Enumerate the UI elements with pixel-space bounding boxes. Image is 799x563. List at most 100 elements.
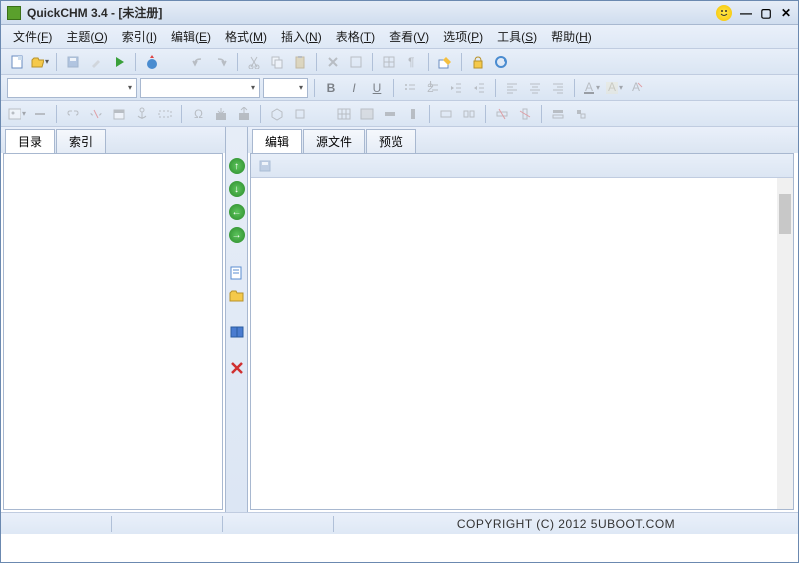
menu-选项[interactable]: 选项(P)	[437, 26, 489, 47]
indent-button[interactable]	[469, 78, 489, 98]
separator	[111, 516, 112, 532]
new-button[interactable]	[7, 52, 27, 72]
wizard-button[interactable]	[86, 52, 106, 72]
separator	[461, 53, 462, 71]
side-tools: ↑ ↓ ← →	[226, 127, 248, 512]
close-button[interactable]: ✕	[780, 7, 792, 19]
row-props-button[interactable]	[548, 104, 568, 124]
minimize-button[interactable]: —	[740, 7, 752, 19]
move-down-button[interactable]: ↓	[228, 180, 246, 198]
smiley-icon[interactable]	[716, 5, 732, 21]
menu-格式[interactable]: 格式(M)	[219, 26, 273, 47]
editor-area[interactable]	[250, 153, 794, 510]
tab-preview[interactable]: 预览	[366, 129, 416, 153]
insert-col-button[interactable]	[403, 104, 423, 124]
editor-save-button[interactable]	[255, 156, 275, 176]
pilcrow-button[interactable]: ¶	[402, 52, 422, 72]
hr-button[interactable]	[30, 104, 50, 124]
copy-button[interactable]	[267, 52, 287, 72]
font-color-button[interactable]: A▾	[581, 78, 601, 98]
menu-编辑[interactable]: 编辑(E)	[165, 26, 217, 47]
edit-pen-button[interactable]	[435, 52, 455, 72]
globe-button[interactable]	[142, 52, 162, 72]
list-bullet-button[interactable]	[400, 78, 420, 98]
del-row-button[interactable]	[492, 104, 512, 124]
date-button[interactable]	[109, 104, 129, 124]
menu-主题[interactable]: 主题(O)	[60, 26, 113, 47]
separator	[428, 53, 429, 71]
separator	[314, 79, 315, 97]
refresh-button[interactable]	[491, 52, 511, 72]
separator	[541, 105, 542, 123]
menu-表格[interactable]: 表格(T)	[330, 26, 381, 47]
anchor-button[interactable]	[132, 104, 152, 124]
del-col-button[interactable]	[515, 104, 535, 124]
menu-工具[interactable]: 工具(S)	[491, 26, 543, 47]
object-button[interactable]	[267, 104, 287, 124]
menu-文件[interactable]: 文件(F)	[7, 26, 58, 47]
bold-button[interactable]: B	[321, 78, 341, 98]
menu-索引[interactable]: 索引(I)	[116, 26, 163, 47]
font-style-combo[interactable]: ▾	[140, 78, 260, 98]
menu-帮助[interactable]: 帮助(H)	[545, 26, 598, 47]
delete-button[interactable]	[323, 52, 343, 72]
new-topic-button[interactable]	[228, 264, 246, 282]
maximize-button[interactable]: ▢	[760, 7, 772, 19]
grid-button[interactable]	[379, 52, 399, 72]
tab-source[interactable]: 源文件	[303, 129, 365, 153]
toolbar-format: ▾ ▾ ▾ B I U 12 A▾ A▾ A	[1, 75, 798, 101]
cut-button[interactable]	[244, 52, 264, 72]
merge-button[interactable]	[436, 104, 456, 124]
font-size-combo[interactable]: ▾	[263, 78, 308, 98]
unlink-button[interactable]	[86, 104, 106, 124]
table-insert-button[interactable]	[334, 104, 354, 124]
list-number-button[interactable]: 12	[423, 78, 443, 98]
align-center-button[interactable]	[525, 78, 545, 98]
tab-index[interactable]: 索引	[56, 129, 106, 153]
clear-format-button[interactable]: A	[627, 78, 647, 98]
move-right-button[interactable]: →	[228, 226, 246, 244]
find-button[interactable]	[346, 52, 366, 72]
insert-row-button[interactable]	[380, 104, 400, 124]
left-panel: 目录 索引	[1, 127, 226, 512]
font-name-combo[interactable]: ▾	[7, 78, 137, 98]
box-button[interactable]	[290, 104, 310, 124]
image-button[interactable]: ▾	[7, 104, 27, 124]
cell-props-button[interactable]	[571, 104, 591, 124]
run-button[interactable]	[109, 52, 129, 72]
vertical-scrollbar[interactable]	[777, 178, 793, 509]
menu-插入[interactable]: 插入(N)	[275, 26, 328, 47]
tab-edit[interactable]: 编辑	[252, 129, 302, 153]
split-button[interactable]	[459, 104, 479, 124]
separator	[393, 79, 394, 97]
toc-tree[interactable]	[3, 153, 223, 510]
separator	[181, 105, 182, 123]
svg-text:¶: ¶	[408, 55, 414, 69]
marquee-button[interactable]	[155, 104, 175, 124]
statusbar: COPYRIGHT (C) 2012 5UBOOT.COM	[1, 512, 798, 534]
book-button[interactable]	[228, 323, 246, 341]
symbol-button[interactable]: Ω	[188, 104, 208, 124]
new-folder-button[interactable]	[228, 287, 246, 305]
save-button[interactable]	[63, 52, 83, 72]
menu-查看[interactable]: 查看(V)	[383, 26, 435, 47]
link-button[interactable]	[63, 104, 83, 124]
open-button[interactable]: ▾	[30, 52, 50, 72]
export-button[interactable]	[234, 104, 254, 124]
paste-button[interactable]	[290, 52, 310, 72]
table-props-button[interactable]	[357, 104, 377, 124]
outdent-button[interactable]	[446, 78, 466, 98]
align-right-button[interactable]	[548, 78, 568, 98]
highlight-button[interactable]: A▾	[604, 78, 624, 98]
underline-button[interactable]: U	[367, 78, 387, 98]
align-left-button[interactable]	[502, 78, 522, 98]
tab-toc[interactable]: 目录	[5, 129, 55, 153]
italic-button[interactable]: I	[344, 78, 364, 98]
redo-button[interactable]	[211, 52, 231, 72]
lock-button[interactable]	[468, 52, 488, 72]
move-left-button[interactable]: ←	[228, 203, 246, 221]
move-up-button[interactable]: ↑	[228, 157, 246, 175]
delete-node-button[interactable]	[228, 359, 246, 377]
import-button[interactable]	[211, 104, 231, 124]
undo-button[interactable]	[188, 52, 208, 72]
